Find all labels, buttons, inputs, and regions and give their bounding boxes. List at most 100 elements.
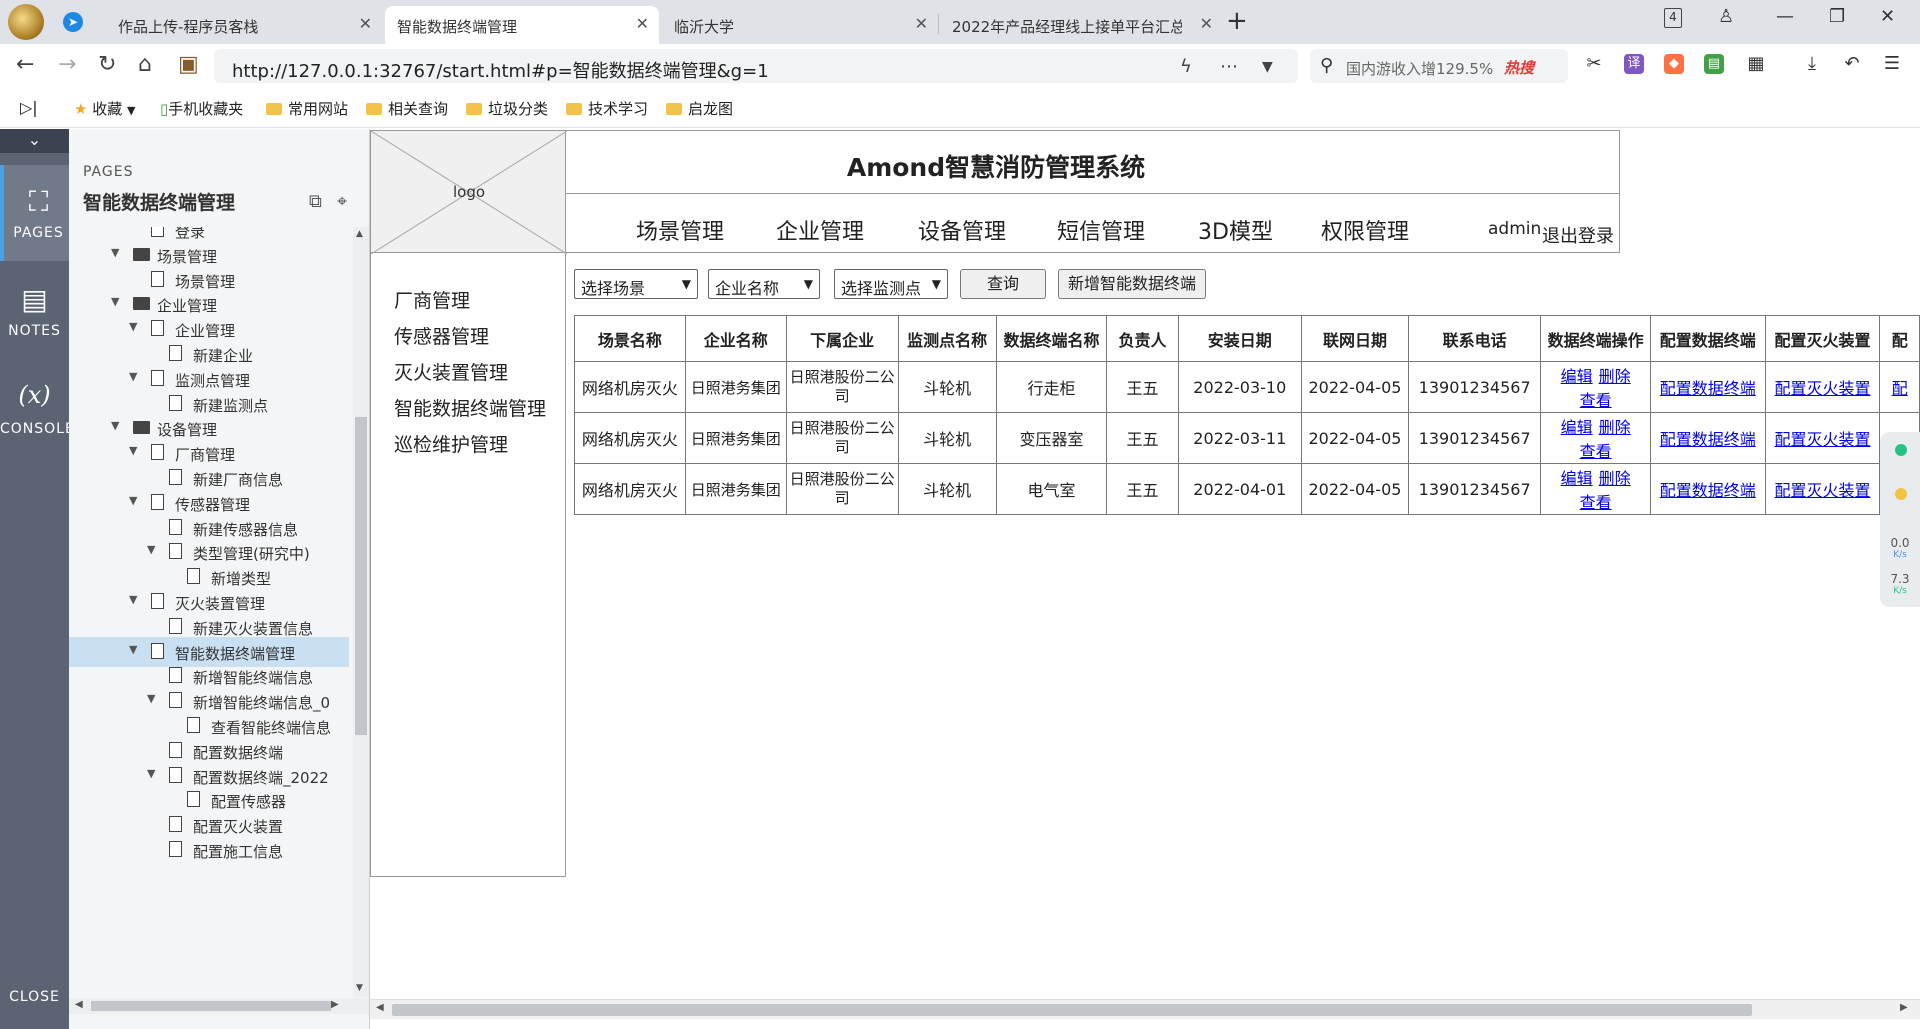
panel-vertical-scrollbar[interactable]: ▲ ▼ bbox=[353, 227, 369, 997]
scrollbar-thumb[interactable] bbox=[392, 1004, 1752, 1016]
home-icon[interactable]: ⌂ bbox=[138, 52, 152, 77]
topnav-permission[interactable]: 权限管理 bbox=[1321, 214, 1409, 246]
expand-arrow-icon[interactable]: ▼ bbox=[129, 494, 137, 507]
reader-icon[interactable]: ▤ bbox=[1704, 54, 1724, 74]
scroll-up-icon[interactable]: ▲ bbox=[356, 229, 363, 239]
sidebar-toggle-icon[interactable]: ▷| bbox=[20, 98, 38, 117]
expand-arrow-icon[interactable]: ▼ bbox=[129, 643, 137, 656]
scroll-right-icon[interactable]: ▶ bbox=[331, 999, 339, 1010]
scrollbar-thumb[interactable] bbox=[355, 417, 367, 735]
scissors-icon[interactable]: ✂ bbox=[1584, 54, 1604, 74]
open-external-icon[interactable]: ⧉ bbox=[309, 191, 322, 212]
locate-page-icon[interactable]: ⌖ bbox=[337, 191, 347, 212]
network-speed-widget[interactable]: 0.0 K/s 7.3 K/s bbox=[1880, 432, 1920, 607]
scroll-right-icon[interactable]: ▶ bbox=[1900, 1002, 1908, 1013]
telegram-icon[interactable]: ➤ bbox=[63, 12, 83, 32]
browser-tab[interactable]: 2022年产品经理线上接单平台汇总 ✕ bbox=[952, 6, 1217, 44]
topnav-3d-model[interactable]: 3D模型 bbox=[1198, 214, 1273, 246]
bookmark-folder[interactable]: 常用网站 bbox=[266, 98, 348, 119]
view-link[interactable]: 查看 bbox=[1580, 442, 1612, 461]
expand-arrow-icon[interactable]: ▼ bbox=[111, 419, 119, 432]
sidenav-extinguisher[interactable]: 灭火装置管理 bbox=[394, 358, 508, 385]
expand-arrow-icon[interactable]: ▼ bbox=[129, 444, 137, 457]
close-icon[interactable]: ✕ bbox=[359, 14, 372, 33]
bookmark-folder[interactable]: 启龙图 bbox=[666, 98, 733, 119]
search-field[interactable]: ⚲ 国内游收入增129.5% 热搜 bbox=[1310, 49, 1568, 83]
chevron-down-icon[interactable]: ▼ bbox=[1262, 59, 1273, 75]
browser-tab[interactable]: 临沂大学 ✕ bbox=[674, 6, 932, 44]
add-terminal-button[interactable]: 新增智能数据终端 bbox=[1058, 269, 1206, 299]
bookmark-folder[interactable]: 技术学习 bbox=[566, 98, 648, 119]
menu-icon[interactable]: ☰ bbox=[1882, 54, 1902, 74]
company-select[interactable]: 企业名称 ▼ bbox=[708, 269, 820, 299]
lightning-icon[interactable]: ϟ bbox=[1180, 56, 1192, 77]
close-icon[interactable]: ✕ bbox=[636, 14, 649, 33]
topnav-device[interactable]: 设备管理 bbox=[918, 214, 1006, 246]
undo-icon[interactable]: ↶ bbox=[1842, 54, 1862, 74]
topnav-sms[interactable]: 短信管理 bbox=[1057, 214, 1145, 246]
monitor-point-select[interactable]: 选择监测点 ▼ bbox=[834, 269, 948, 299]
new-tab-icon[interactable]: + bbox=[1226, 6, 1248, 36]
topnav-scene[interactable]: 场景管理 bbox=[636, 214, 724, 246]
rail-pages-tab[interactable]: ⛶ PAGES bbox=[0, 165, 69, 261]
url-field[interactable]: http://127.0.0.1:32767/start.html#p=智能数据… bbox=[214, 49, 1298, 83]
reload-icon[interactable]: ↻ bbox=[98, 52, 116, 77]
collapse-chevron-icon[interactable]: ⌄ bbox=[0, 129, 69, 153]
sidenav-sensor[interactable]: 传感器管理 bbox=[394, 322, 489, 349]
more-icon[interactable]: ⋯ bbox=[1220, 56, 1238, 77]
config-extinguisher-link[interactable]: 配置灭火装置 bbox=[1775, 430, 1871, 449]
bookmark-favorites[interactable]: ★ 收藏 ▼ bbox=[74, 98, 136, 119]
edit-link[interactable]: 编辑 bbox=[1561, 418, 1593, 437]
forward-icon[interactable]: → bbox=[58, 52, 76, 77]
config-terminal-link[interactable]: 配置数据终端 bbox=[1660, 379, 1756, 398]
scene-select[interactable]: 选择场景 ▼ bbox=[574, 269, 698, 299]
query-button[interactable]: 查询 bbox=[960, 269, 1046, 299]
config-terminal-link[interactable]: 配置数据终端 bbox=[1660, 481, 1756, 500]
view-link[interactable]: 查看 bbox=[1580, 493, 1612, 512]
shirt-icon[interactable]: ♙ bbox=[1718, 6, 1734, 27]
browser-tab-active[interactable]: 智能数据终端管理 ✕ bbox=[385, 6, 659, 44]
apps-grid-icon[interactable]: ▦ bbox=[1746, 54, 1766, 74]
expand-arrow-icon[interactable]: ▼ bbox=[147, 767, 155, 780]
expand-arrow-icon[interactable]: ▼ bbox=[129, 593, 137, 606]
edit-link[interactable]: 编辑 bbox=[1561, 367, 1593, 386]
minimize-icon[interactable]: — bbox=[1776, 6, 1794, 27]
scroll-down-icon[interactable]: ▼ bbox=[356, 983, 363, 993]
canvas-horizontal-scrollbar[interactable]: ◀ ▶ bbox=[370, 999, 1920, 1019]
delete-link[interactable]: 删除 bbox=[1599, 367, 1631, 386]
config-terminal-link[interactable]: 配置数据终端 bbox=[1660, 430, 1756, 449]
config-extinguisher-link[interactable]: 配置灭火装置 bbox=[1775, 481, 1871, 500]
expand-arrow-icon[interactable]: ▼ bbox=[129, 370, 137, 383]
rail-console-tab[interactable]: (x) CONSOLE bbox=[0, 361, 74, 457]
config-extinguisher-link[interactable]: 配置灭火装置 bbox=[1775, 379, 1871, 398]
rail-notes-tab[interactable]: ▤ NOTES bbox=[0, 263, 69, 359]
close-icon[interactable]: ✕ bbox=[915, 14, 928, 33]
url-text[interactable]: http://127.0.0.1:32767/start.html#p=智能数据… bbox=[232, 57, 769, 83]
expand-arrow-icon[interactable]: ▼ bbox=[129, 320, 137, 333]
search-suggestion[interactable]: 国内游收入增129.5% bbox=[1346, 58, 1496, 79]
bookmark-mobile[interactable]: ▯手机收藏夹 bbox=[160, 98, 243, 119]
expand-arrow-icon[interactable]: ▼ bbox=[147, 692, 155, 705]
close-panel-button[interactable]: CLOSE bbox=[0, 989, 69, 1005]
download-icon[interactable]: ⤓ bbox=[1802, 54, 1822, 74]
tree-item[interactable]: 配置施工信息 bbox=[69, 835, 349, 865]
briefcase-icon[interactable]: ▣ bbox=[178, 52, 199, 77]
sidenav-inspection[interactable]: 巡检维护管理 bbox=[394, 430, 508, 457]
logout-link[interactable]: 退出登录 bbox=[1542, 222, 1614, 248]
browser-logo-icon[interactable] bbox=[8, 4, 44, 40]
bookmark-folder[interactable]: 垃圾分类 bbox=[466, 98, 548, 119]
sidenav-vendor[interactable]: 厂商管理 bbox=[394, 286, 470, 313]
expand-arrow-icon[interactable]: ▼ bbox=[147, 543, 155, 556]
scroll-left-icon[interactable]: ◀ bbox=[75, 999, 83, 1010]
view-link[interactable]: 查看 bbox=[1580, 391, 1612, 410]
close-icon[interactable]: ✕ bbox=[1200, 14, 1213, 33]
delete-link[interactable]: 删除 bbox=[1599, 418, 1631, 437]
browser-tab[interactable]: 作品上传-程序员客栈 ✕ bbox=[118, 6, 376, 44]
overflow-link[interactable]: 配 bbox=[1892, 379, 1908, 398]
expand-arrow-icon[interactable]: ▼ bbox=[111, 295, 119, 308]
sidenav-terminal[interactable]: 智能数据终端管理 bbox=[394, 394, 546, 421]
topnav-company[interactable]: 企业管理 bbox=[776, 214, 864, 246]
scrollbar-thumb[interactable] bbox=[91, 1001, 331, 1011]
delete-link[interactable]: 删除 bbox=[1599, 469, 1631, 488]
window-close-icon[interactable]: ✕ bbox=[1880, 6, 1895, 27]
